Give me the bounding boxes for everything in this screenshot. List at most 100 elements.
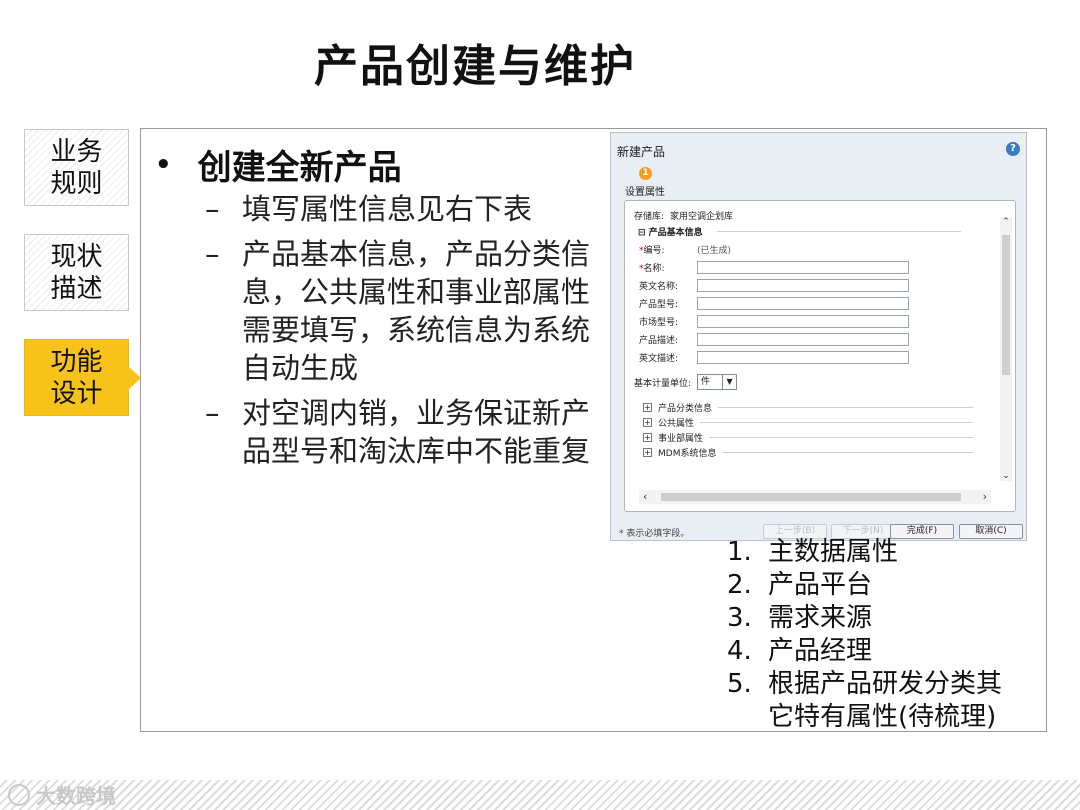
list-number: 5. — [727, 669, 752, 699]
field-row-name: *名称: — [639, 261, 909, 274]
group-public-attributes[interactable]: + 公共属性 — [643, 416, 973, 429]
sub-bullet-list: – 填写属性信息见右下表 – 产品基本信息，产品分类信息，公共属性和事业部属性需要填… — [205, 190, 615, 477]
group-divider — [700, 422, 973, 423]
group-mdm-system-info[interactable]: + MDM系统信息 — [643, 446, 973, 459]
group-divider — [717, 231, 961, 232]
list-text: 主数据属性 — [768, 537, 899, 567]
slide-title: 产品创建与维护 — [314, 41, 636, 92]
scroll-thumb[interactable] — [1002, 235, 1010, 375]
field-label: 市场型号: — [639, 318, 679, 328]
group-label: MDM系统信息 — [658, 449, 717, 459]
required-note: * 表示必填字段。 — [619, 529, 690, 539]
dash: – — [205, 396, 220, 430]
market-model-input[interactable] — [697, 315, 909, 328]
bullet-dot: • — [155, 149, 172, 180]
expand-icon[interactable]: + — [643, 448, 652, 457]
expand-icon[interactable]: + — [643, 433, 652, 442]
number-value: (已生成) — [697, 246, 732, 256]
scroll-up-icon[interactable]: ⌃ — [1000, 217, 1012, 227]
list-text: 根据产品研发分类其它特有属性(待梳理) — [768, 669, 1003, 732]
watermark: 大数跨境 — [8, 780, 116, 809]
unit-value: 件 — [701, 377, 711, 387]
numbered-list: 1. 主数据属性 2. 产品平台 3. 需求来源 4. 产品经理 5. 根据产品研发分类其… — [727, 536, 1027, 734]
field-row-market-model: 市场型号: — [639, 315, 909, 328]
field-label: 产品描述: — [639, 336, 679, 346]
group-label: 事业部属性 — [658, 434, 704, 444]
product-model-input[interactable] — [697, 297, 909, 310]
sub-bullet: – 产品基本信息，产品分类信息，公共属性和事业部属性需要填写，系统信息为系统自动生… — [205, 235, 615, 387]
side-tab-line2: 描述 — [50, 273, 103, 304]
list-item: 3. 需求来源 — [727, 602, 1027, 635]
list-number: 1. — [727, 537, 752, 567]
step-number-icon: 1 — [639, 167, 652, 180]
group-divider — [718, 407, 973, 408]
repository-row: 存储库: 家用空调企划库 — [634, 209, 733, 222]
chevron-down-icon[interactable]: ▼ — [722, 375, 736, 389]
name-input[interactable] — [697, 261, 909, 274]
list-number: 2. — [727, 570, 752, 600]
side-tab-business-rules[interactable]: 业务 规则 — [24, 129, 129, 206]
dialog-title: 新建产品 — [617, 145, 666, 159]
horizontal-scrollbar[interactable]: ‹ › — [639, 490, 991, 504]
scroll-left-icon[interactable]: ‹ — [643, 490, 647, 504]
unit-label: 基本计量单位: — [634, 378, 692, 389]
new-product-dialog: 新建产品 ? 1 设置属性 存储库: 家用空调企划库 ⊟ 产品基本信息 *编号: … — [610, 132, 1027, 541]
field-label: 产品型号: — [639, 300, 679, 310]
watermark-logo-icon — [8, 783, 30, 806]
field-label: *名称: — [639, 261, 697, 274]
field-label: 英文描述: — [639, 354, 679, 364]
side-tab-current-status[interactable]: 现状 描述 — [24, 234, 129, 311]
list-item: 5. 根据产品研发分类其它特有属性(待梳理) — [727, 668, 1027, 734]
help-icon[interactable]: ? — [1006, 142, 1020, 156]
bottom-band — [0, 780, 1080, 810]
attributes-panel: 存储库: 家用空调企划库 ⊟ 产品基本信息 *编号: (已生成) *名称: 英文名… — [624, 200, 1016, 512]
list-item: 1. 主数据属性 — [727, 536, 1027, 569]
side-tab-line1: 功能 — [50, 346, 103, 377]
group-divider — [709, 437, 973, 438]
main-bullet-text: 创建全新产品 — [197, 148, 402, 188]
group-division-attributes[interactable]: + 事业部属性 — [643, 431, 973, 444]
watermark-text: 大数跨境 — [36, 784, 116, 808]
group-label: 公共属性 — [658, 419, 695, 429]
field-label-text: 编号: — [643, 246, 665, 256]
english-description-input[interactable] — [697, 351, 909, 364]
sub-bullet-text: 产品基本信息，产品分类信息，公共属性和事业部属性需要填写，系统信息为系统自动生成 — [242, 237, 591, 385]
field-row-number: *编号: (已生成) — [639, 243, 731, 256]
sub-bullet-text: 对空调内销，业务保证新产品型号和淘汰库中不能重复 — [242, 396, 591, 468]
unit-select[interactable]: 件 ▼ — [697, 374, 738, 390]
list-text: 产品经理 — [768, 636, 873, 666]
product-description-input[interactable] — [697, 333, 909, 346]
side-tab-function-design[interactable]: 功能 设计 — [24, 339, 141, 416]
group-label: 产品分类信息 — [658, 404, 713, 414]
unit-row: 基本计量单位: 件 ▼ — [634, 374, 738, 390]
repository-value: 家用空调企划库 — [670, 212, 734, 222]
group-product-category[interactable]: + 产品分类信息 — [643, 401, 973, 414]
dash: – — [205, 192, 220, 226]
list-number: 3. — [727, 603, 752, 633]
side-tab-line1: 业务 — [50, 136, 103, 167]
sub-bullet: – 填写属性信息见右下表 — [205, 190, 615, 228]
expand-icon[interactable]: + — [643, 403, 652, 412]
sub-bullet-text: 填写属性信息见右下表 — [242, 192, 533, 226]
list-text: 产品平台 — [768, 570, 873, 600]
repository-label: 存储库: — [634, 212, 665, 222]
step-label: 设置属性 — [625, 187, 665, 198]
main-bullet: • 创建全新产品 — [155, 140, 402, 189]
scroll-thumb[interactable] — [661, 493, 961, 501]
list-item: 4. 产品经理 — [727, 635, 1027, 668]
side-tab-line2: 规则 — [50, 168, 103, 199]
group-header-basic-info[interactable]: ⊟ 产品基本信息 — [638, 225, 703, 238]
field-label-text: 名称: — [643, 264, 665, 274]
field-row-product-description: 产品描述: — [639, 333, 909, 346]
list-text: 需求来源 — [768, 603, 873, 633]
expand-icon[interactable]: + — [643, 418, 652, 427]
side-tab-line2: 设计 — [50, 378, 103, 409]
scroll-down-icon[interactable]: ⌄ — [1000, 471, 1012, 481]
list-number: 4. — [727, 636, 752, 666]
field-row-english-description: 英文描述: — [639, 351, 909, 364]
vertical-scrollbar[interactable]: ⌃ ⌄ — [1000, 217, 1012, 481]
side-tab-label: 业务 规则 — [47, 136, 107, 200]
english-name-input[interactable] — [697, 279, 909, 292]
scroll-right-icon[interactable]: › — [983, 490, 987, 504]
side-tab-line1: 现状 — [50, 241, 103, 272]
